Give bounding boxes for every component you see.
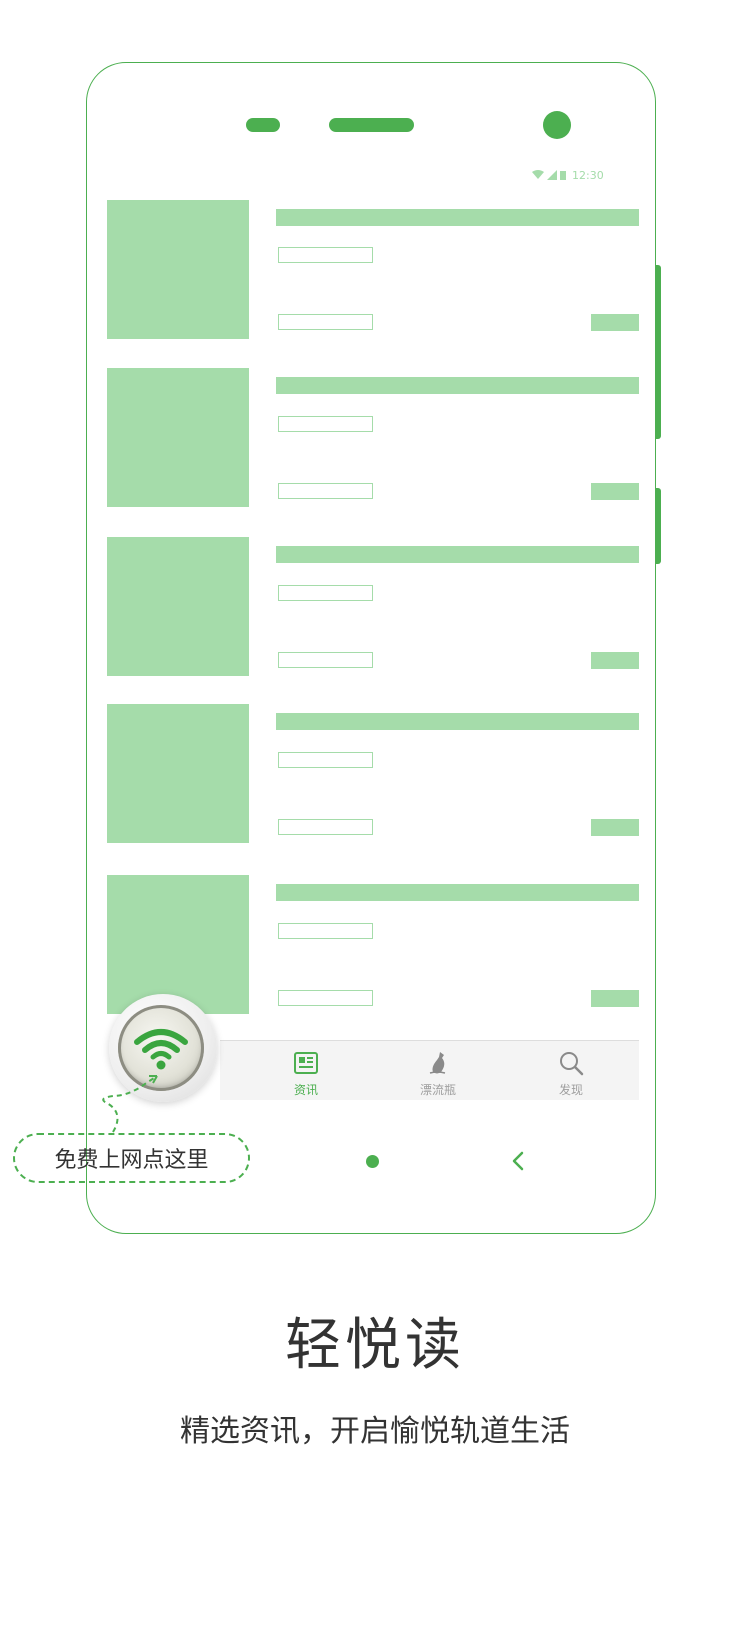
- news-tag-placeholder: [591, 652, 639, 669]
- tab-news-label: 资讯: [293, 1083, 318, 1097]
- news-meta-placeholder: [278, 652, 373, 668]
- phone-speaker: [329, 118, 414, 132]
- news-thumbnail: [107, 537, 249, 676]
- news-tag-placeholder: [591, 483, 639, 500]
- news-thumbnail: [107, 875, 249, 1014]
- callout-pointer: [102, 1075, 158, 1133]
- bottle-icon: [429, 1052, 446, 1074]
- back-icon[interactable]: [511, 1151, 525, 1171]
- phone-volume-button: [656, 488, 661, 564]
- tab-news[interactable]: 资讯: [266, 1050, 346, 1098]
- news-thumbnail: [107, 704, 249, 843]
- search-icon: [560, 1052, 584, 1076]
- status-time: 12:30: [572, 168, 604, 182]
- news-meta-placeholder: [278, 483, 373, 499]
- battery-icon: [560, 171, 566, 180]
- news-meta-placeholder: [278, 752, 373, 768]
- news-meta-placeholder: [278, 923, 373, 939]
- news-tag-placeholder: [591, 819, 639, 836]
- phone-power-button: [656, 265, 661, 439]
- phone-camera: [543, 111, 571, 139]
- newspaper-icon: [294, 1052, 318, 1074]
- wifi-icon: [134, 1029, 188, 1070]
- news-thumbnail: [107, 200, 249, 339]
- news-thumbnail: [107, 368, 249, 507]
- news-meta-placeholder: [278, 819, 373, 835]
- news-title-placeholder: [276, 377, 639, 394]
- signal-icon: [547, 170, 557, 180]
- news-tag-placeholder: [591, 314, 639, 331]
- news-title-placeholder: [276, 546, 639, 563]
- news-meta-placeholder: [278, 990, 373, 1006]
- tab-discover[interactable]: 发现: [531, 1050, 611, 1098]
- tab-discover-label: 发现: [558, 1083, 583, 1097]
- tab-drift-bottle[interactable]: 漂流瓶: [398, 1050, 478, 1098]
- news-meta-placeholder: [278, 416, 373, 432]
- news-title-placeholder: [276, 209, 639, 226]
- tab-drift-bottle-label: 漂流瓶: [419, 1083, 456, 1097]
- news-meta-placeholder: [278, 247, 373, 263]
- page-subtitle: 精选资讯，开启愉悦轨道生活: [180, 1414, 570, 1449]
- news-meta-placeholder: [278, 314, 373, 330]
- news-title-placeholder: [276, 884, 639, 901]
- news-title-placeholder: [276, 713, 639, 730]
- wifi-status-icon: [532, 170, 544, 179]
- status-bar: 12:30: [532, 167, 604, 183]
- free-wifi-callout: 免费上网点这里: [13, 1133, 250, 1183]
- news-meta-placeholder: [278, 585, 373, 601]
- phone-sensor: [246, 118, 280, 132]
- page-title: 轻悦读: [285, 1313, 465, 1378]
- callout-text: 免费上网点这里: [54, 1148, 209, 1173]
- home-nav-button[interactable]: [366, 1155, 379, 1168]
- news-tag-placeholder: [591, 990, 639, 1007]
